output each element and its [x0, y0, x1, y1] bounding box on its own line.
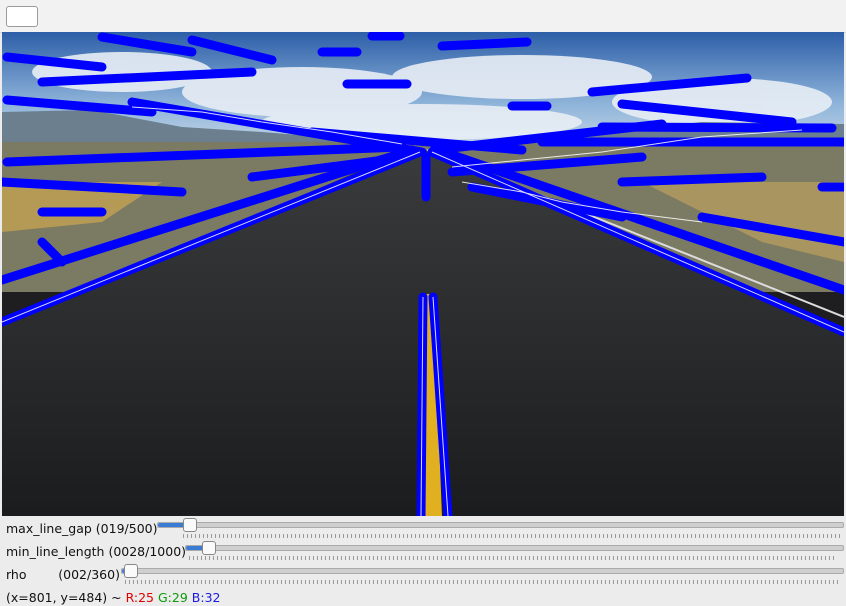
slider-thumb[interactable] — [202, 541, 216, 555]
trackbar-label: max_line_gap (019/500) — [6, 521, 158, 536]
slider-track[interactable] — [121, 568, 844, 574]
toolbar — [0, 0, 846, 33]
slider-track[interactable] — [185, 545, 844, 551]
slider-ticks — [125, 580, 840, 584]
status-blue-value: B:32 — [191, 590, 221, 605]
trackbar-max-line-gap[interactable]: max_line_gap (019/500) — [0, 518, 846, 540]
slider-thumb[interactable] — [183, 518, 197, 532]
status-red-value: R:25 — [125, 590, 155, 605]
status-bar: (x=801, y=484) ~ R:25 G:29 B:32 — [6, 590, 221, 605]
trackbar-rho[interactable]: rho (002/360) — [0, 564, 846, 586]
slider-track[interactable] — [157, 522, 844, 528]
slider-thumb[interactable] — [124, 564, 138, 578]
status-green-value: G:29 — [158, 590, 188, 605]
toolbar-button[interactable] — [6, 6, 38, 27]
trackbar-label: rho (002/360) — [6, 567, 120, 582]
status-coords: (x=801, y=484) ~ — [6, 590, 126, 605]
trackbar-min-line-length[interactable]: min_line_length (0028/1000) — [0, 541, 846, 563]
road-image — [2, 32, 844, 516]
image-canvas[interactable] — [2, 32, 844, 516]
slider-ticks — [183, 534, 842, 538]
slider-ticks — [189, 556, 837, 560]
trackbar-label: min_line_length (0028/1000) — [6, 544, 187, 559]
